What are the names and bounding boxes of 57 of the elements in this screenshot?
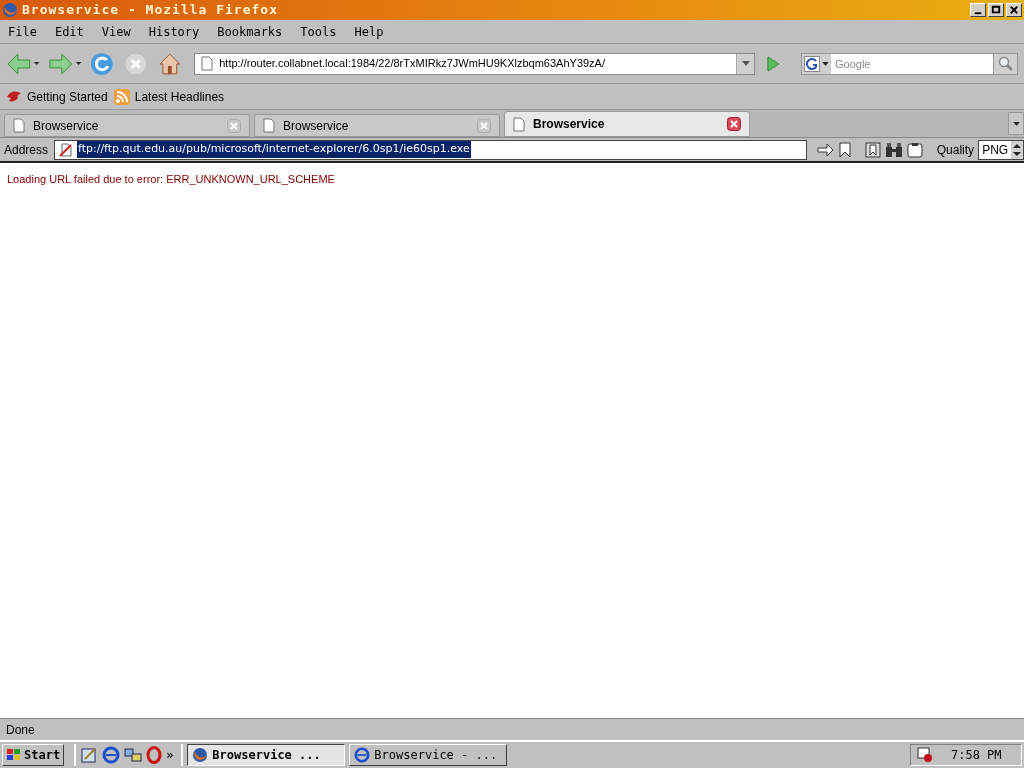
arrow-icon[interactable] — [817, 142, 835, 157]
more-icon[interactable]: » — [166, 746, 174, 764]
blocked-page-icon — [59, 142, 74, 157]
bookmark-item[interactable]: Latest Headlines — [113, 87, 225, 106]
spinner-arrows-icon — [1011, 140, 1023, 159]
tab-title: Browservice — [33, 117, 100, 135]
reload-icon[interactable] — [89, 50, 115, 77]
restore-icon[interactable] — [988, 3, 1004, 17]
minimize-icon[interactable] — [970, 3, 986, 17]
address-text: ftp://ftp.qut.edu.au/pub/microsoft/internet-explorer/6.0sp1/ie60sp1.exe — [77, 141, 471, 158]
status-text: Done — [6, 721, 35, 739]
tab[interactable]: Browservice — [504, 111, 750, 137]
tab[interactable]: Browservice — [4, 114, 250, 137]
quality-spinner[interactable]: PNG — [978, 139, 1024, 160]
internet-explorer-icon[interactable] — [102, 746, 121, 764]
window-title: Browservice - Mozilla Firefox — [22, 1, 279, 20]
clipboard-icon[interactable] — [906, 141, 923, 158]
page-icon — [263, 118, 275, 133]
bookmark-icon[interactable] — [838, 141, 851, 158]
url-field[interactable]: http://router.collabnet.local:1984/22/8rTxMIRkz7JWmHU9KXlzbqm63AhY39zA/ — [194, 52, 756, 75]
error-message: Loading URL failed due to error: ERR_UNKNOWN_URL_SCHEME — [7, 172, 336, 187]
opera-icon[interactable] — [146, 746, 163, 764]
menu-item[interactable]: Bookmarks — [217, 22, 283, 41]
feed-icon — [113, 88, 130, 105]
page-icon — [201, 56, 214, 71]
menu-item[interactable]: History — [148, 22, 200, 41]
menu-item[interactable]: Tools — [300, 22, 337, 41]
taskbar-button[interactable]: Browservice ... — [187, 744, 346, 766]
edit-icon[interactable] — [80, 746, 99, 764]
caret-icon — [1012, 121, 1020, 126]
dropdown-button[interactable] — [736, 53, 755, 74]
binoculars-icon[interactable] — [884, 141, 903, 158]
menu-item[interactable]: View — [101, 22, 131, 41]
tab-title: Browservice — [533, 116, 606, 133]
taskbar-button[interactable]: Browservice - ... — [349, 744, 508, 766]
tab[interactable]: Browservice — [254, 114, 500, 137]
bookmark-item[interactable]: Getting Started — [6, 87, 108, 106]
bookmarks-icon[interactable] — [864, 141, 881, 158]
tab-title: Browservice — [283, 117, 350, 135]
quality-label: Quality — [936, 141, 975, 159]
firefox-icon — [192, 747, 209, 763]
address-field[interactable]: ftp://ftp.qut.edu.au/pub/microsoft/internet-explorer/6.0sp1/ie60sp1.exe — [54, 139, 807, 160]
internet-explorer-icon — [354, 747, 371, 763]
menu-item[interactable]: Help — [354, 22, 384, 41]
windows-logo-icon — [6, 748, 22, 762]
page-icon — [13, 118, 25, 133]
clock: 7:58 PM — [951, 747, 1002, 764]
menu-item[interactable]: File — [8, 22, 37, 41]
address-label: Address — [4, 141, 49, 159]
close-icon[interactable] — [727, 117, 741, 131]
firefox-icon — [2, 2, 18, 18]
url-text: http://router.collabnet.local:1984/22/8rTxMIRkz7JWmHU9KXlzbqm63AhY39zA/ — [219, 56, 606, 72]
tab-list-button[interactable] — [1008, 112, 1024, 135]
page-icon — [513, 116, 525, 132]
start-button[interactable]: Start — [2, 744, 65, 766]
menu-item[interactable]: Edit — [54, 22, 84, 41]
caret-icon — [741, 61, 750, 66]
